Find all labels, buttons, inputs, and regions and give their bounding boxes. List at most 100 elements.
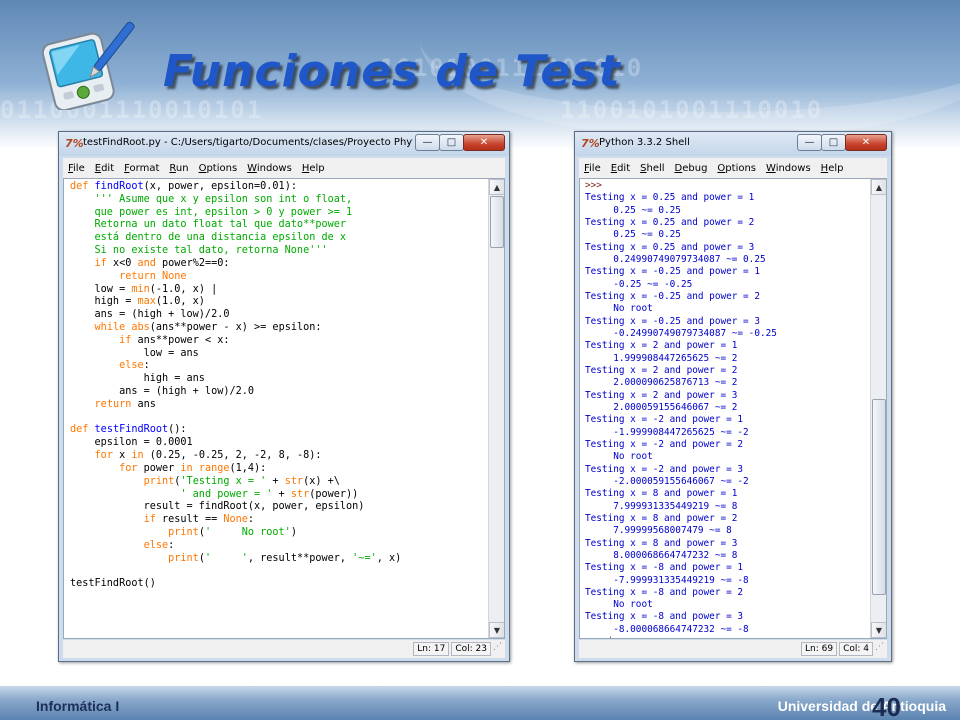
code-token: está dentro de una distancia epsilon de … bbox=[70, 232, 347, 244]
shell-output-line: Testing x = 2 and power = 2 bbox=[585, 364, 738, 376]
shell-output-line: -2.000059155646067 ~= -2 bbox=[585, 475, 749, 487]
menu-help[interactable]: Help bbox=[297, 163, 330, 174]
shell-output-line: No root bbox=[585, 599, 653, 611]
shell-output-line: Testing x = 2 and power = 1 bbox=[585, 340, 738, 352]
code-token: , result**power, bbox=[247, 552, 353, 564]
shell-output-line: -8.000068664747232 ~= -8 bbox=[585, 623, 749, 635]
shell-output-line: Testing x = -0.25 and power = 3 bbox=[585, 315, 760, 327]
code-token: return bbox=[94, 398, 132, 410]
code-token: 'Testing x = ' bbox=[180, 475, 267, 487]
shell-output-line: 2.000059155646067 ~= 2 bbox=[585, 401, 738, 413]
shell-output-line: Testing x = 8 and power = 2 bbox=[585, 512, 738, 524]
code-token: x bbox=[112, 450, 132, 462]
code-line: epsilon = 0.0001 bbox=[70, 437, 486, 450]
code-line: while abs(ans**power - x) >= epsilon: bbox=[70, 322, 486, 335]
menu-format[interactable]: Format bbox=[119, 163, 164, 174]
code-line: testFindRoot() bbox=[70, 578, 486, 591]
code-line: Retorna un dato float tal que dato**powe… bbox=[70, 219, 486, 232]
menu-windows[interactable]: Windows bbox=[242, 163, 297, 174]
column-indicator: Col: 23 bbox=[451, 642, 491, 656]
menu-run[interactable]: Run bbox=[164, 163, 193, 174]
code-line: low = ans bbox=[70, 348, 486, 361]
shell-output-line: 0.25 ~= 0.25 bbox=[585, 229, 681, 241]
scroll-down-icon[interactable]: ▼ bbox=[871, 622, 886, 638]
code-line: result = findRoot(x, power, epsilon) bbox=[70, 501, 486, 514]
shell-titlebar[interactable]: 7% Python 3.3.2 Shell — □ ✕ bbox=[575, 132, 891, 156]
code-token: abs bbox=[131, 321, 150, 333]
code-token: testFindRoot bbox=[94, 424, 169, 436]
code-token: epsilon = 0.0001 bbox=[70, 437, 193, 449]
idle-app-icon: 7% bbox=[581, 137, 600, 150]
shell-output[interactable]: >>> Testing x = 0.25 and power = 1 0.25 ~… bbox=[579, 178, 887, 639]
maximize-button[interactable]: □ bbox=[439, 134, 464, 151]
resize-grip-icon[interactable]: ⋰ bbox=[875, 642, 887, 656]
vertical-scrollbar[interactable]: ▲ ▼ bbox=[488, 179, 504, 638]
code-token: (1,4): bbox=[229, 462, 267, 474]
code-area[interactable]: def findRoot(x, power, epsilon=0.01): ''… bbox=[70, 181, 486, 638]
code-token: , x) bbox=[376, 552, 402, 564]
close-button[interactable]: ✕ bbox=[463, 134, 505, 151]
scroll-up-icon[interactable]: ▲ bbox=[489, 179, 504, 195]
shell-output-line: 0.25 ~= 0.25 bbox=[585, 204, 681, 216]
menu-edit[interactable]: Edit bbox=[90, 163, 119, 174]
scroll-thumb[interactable] bbox=[872, 399, 886, 595]
menu-options[interactable]: Options bbox=[194, 163, 243, 174]
menu-options[interactable]: Options bbox=[712, 163, 761, 174]
code-line: ans = (high + low)/2.0 bbox=[70, 309, 486, 322]
idle-app-icon: 7% bbox=[65, 137, 84, 150]
vertical-scrollbar[interactable]: ▲ ▼ bbox=[870, 179, 886, 638]
close-button[interactable]: ✕ bbox=[845, 134, 887, 151]
menu-shell[interactable]: Shell bbox=[635, 163, 669, 174]
code-token: ' ' bbox=[204, 552, 248, 564]
shell-text-area[interactable]: >>> Testing x = 0.25 and power = 1 0.25 ~… bbox=[585, 180, 868, 638]
shell-output-line: Testing x = -2 and power = 2 bbox=[585, 438, 744, 450]
editor-titlebar[interactable]: 7% testFindRoot.py - C:/Users/tigarto/Do… bbox=[59, 132, 509, 156]
minimize-button[interactable]: — bbox=[797, 134, 822, 151]
code-line: que power es int, epsilon > 0 y power >=… bbox=[70, 207, 486, 220]
code-token: high = bbox=[70, 296, 138, 308]
shell-output-line: Testing x = -2 and power = 3 bbox=[585, 463, 744, 475]
menu-file[interactable]: File bbox=[579, 163, 606, 174]
maximize-button[interactable]: □ bbox=[821, 134, 846, 151]
scroll-up-icon[interactable]: ▲ bbox=[871, 179, 886, 195]
code-token: + bbox=[266, 475, 285, 487]
menu-help[interactable]: Help bbox=[816, 163, 849, 174]
code-token: : bbox=[247, 514, 255, 526]
code-token: | bbox=[211, 283, 218, 295]
menu-windows[interactable]: Windows bbox=[761, 163, 816, 174]
shell-output-line: -1.999908447265625 ~= -2 bbox=[585, 426, 749, 438]
menu-file[interactable]: File bbox=[63, 163, 90, 174]
code-token: else bbox=[119, 360, 144, 372]
code-token: str bbox=[284, 475, 304, 487]
resize-grip-icon[interactable]: ⋰ bbox=[493, 642, 505, 656]
course-name: Informática I bbox=[36, 698, 120, 714]
scroll-thumb[interactable] bbox=[490, 196, 504, 248]
code-token: ans = (high + low)/2.0 bbox=[70, 386, 255, 397]
shell-output-line: Testing x = -8 and power = 3 bbox=[585, 611, 744, 623]
code-editor[interactable]: def findRoot(x, power, epsilon=0.01): ''… bbox=[63, 178, 505, 639]
code-token: high = ans bbox=[70, 373, 205, 385]
code-token: if bbox=[143, 514, 156, 526]
code-token: ans bbox=[131, 398, 156, 410]
university-name: Universidad de Antioquia bbox=[777, 698, 946, 714]
shell-output-line: Testing x = 0.25 and power = 3 bbox=[585, 241, 755, 253]
shell-output-line: Testing x = 8 and power = 3 bbox=[585, 537, 738, 549]
scroll-down-icon[interactable]: ▼ bbox=[489, 622, 504, 638]
page-number: 40 bbox=[872, 692, 901, 720]
menu-debug[interactable]: Debug bbox=[670, 163, 713, 174]
code-token: while bbox=[94, 321, 126, 333]
shell-output-line: -0.25 ~= -0.25 bbox=[585, 278, 693, 290]
menu-edit[interactable]: Edit bbox=[606, 163, 635, 174]
code-token: def bbox=[70, 424, 95, 436]
minimize-button[interactable]: — bbox=[415, 134, 440, 151]
code-line: print('Testing x = ' + str(x) +\ bbox=[70, 476, 486, 489]
code-line: ans = (high + low)/2.0 bbox=[70, 386, 486, 399]
code-token: else bbox=[143, 539, 169, 551]
shell-output-line: 1.999908447265625 ~= 2 bbox=[585, 352, 738, 364]
code-line: print(' No root') bbox=[70, 527, 486, 540]
code-token: result = findRoot(x, power, epsilon) bbox=[70, 501, 365, 513]
